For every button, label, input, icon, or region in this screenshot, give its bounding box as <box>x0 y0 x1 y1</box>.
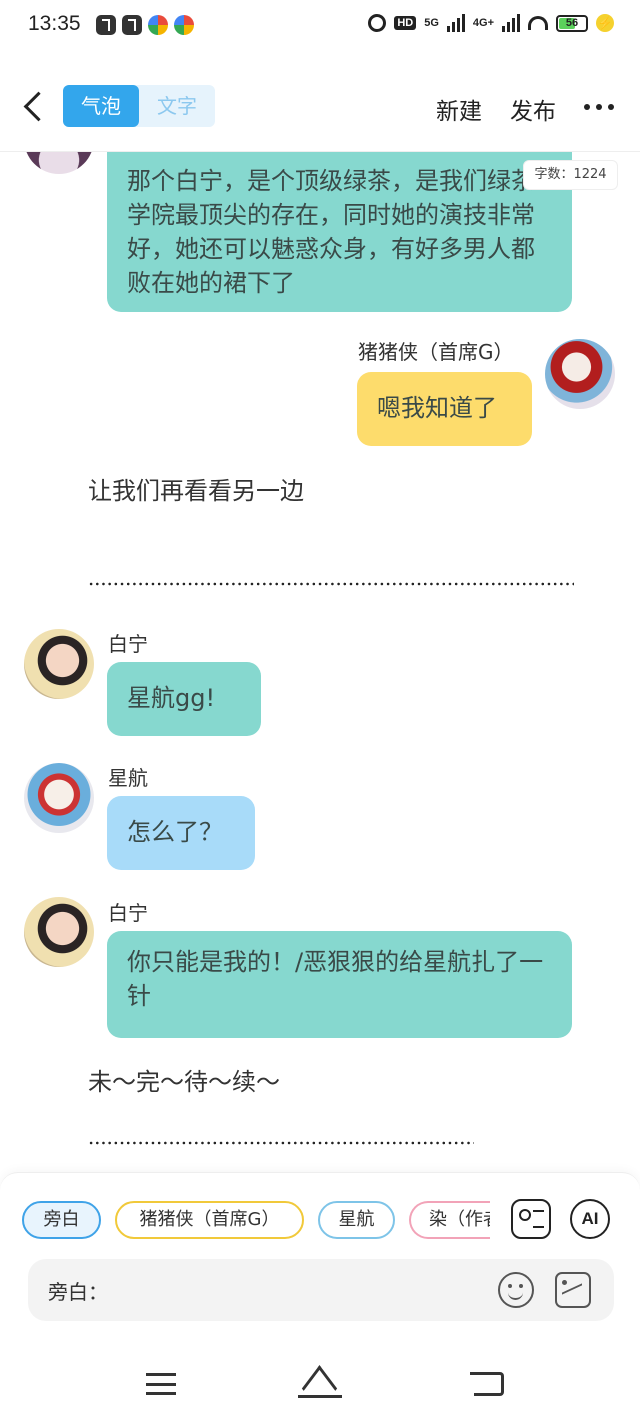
back-arrow-icon[interactable] <box>22 90 46 126</box>
pinwheel-icon <box>148 15 168 35</box>
back-icon[interactable] <box>470 1372 504 1396</box>
narration-text[interactable]: 未～完～待～续～ <box>88 1065 280 1099</box>
role-chip-ran[interactable]: 染（作者） <box>409 1201 490 1239</box>
role-chip-xinghang[interactable]: 星航 <box>318 1201 395 1239</box>
speaker-name: 猪猪侠（首席G） <box>358 340 514 364</box>
battery-icon: 56 <box>556 14 588 32</box>
message-input[interactable]: 旁白： <box>28 1259 614 1321</box>
role-chip-narrator[interactable]: 旁白 <box>22 1201 101 1239</box>
contact-card-icon[interactable] <box>511 1199 551 1239</box>
chat-bubble[interactable]: 那个白宁，是个顶级绿茶，是我们绿茶学院最顶尖的存在，同时她的演技非常好，她还可以… <box>107 152 572 312</box>
status-indicators: HD 5G 4G+ 56 ⚡ <box>368 14 614 32</box>
avatar[interactable] <box>24 629 94 699</box>
ai-button[interactable]: AI <box>570 1199 610 1239</box>
chat-bubble[interactable]: 怎么了？ <box>107 796 255 870</box>
pinwheel-icon <box>174 15 194 35</box>
speaker-name: 白宁 <box>108 901 148 925</box>
composer-panel: 旁白 猪猪侠（首席G） 星航 染（作者） AI 旁白： <box>0 1172 640 1348</box>
narration-text[interactable]: 让我们再看看另一边 <box>88 474 304 508</box>
top-toolbar: 气泡 文字 新建 发布 <box>0 78 640 140</box>
status-bar: 13:35 HD 5G 4G+ 56 ⚡ <box>0 0 640 52</box>
avatar[interactable] <box>24 763 94 833</box>
status-time: 13:35 <box>28 12 81 35</box>
speaker-name: 白宁 <box>108 632 148 656</box>
more-icon[interactable] <box>584 104 614 110</box>
tab-text[interactable]: 文字 <box>139 85 215 127</box>
avatar[interactable] <box>24 152 94 174</box>
avatar[interactable] <box>545 339 615 409</box>
tiktok-icon <box>122 15 142 35</box>
network-5g-label: 5G <box>424 17 439 29</box>
charging-icon: ⚡ <box>596 14 614 32</box>
mode-switch: 气泡 文字 <box>63 85 215 127</box>
signal-icon <box>502 14 520 32</box>
dotted-separator <box>88 1141 474 1145</box>
dotted-separator <box>88 582 574 586</box>
chat-bubble[interactable]: 你只能是我的！/恶狠狠的给星航扎了一针 <box>107 931 572 1038</box>
home-icon[interactable] <box>298 1372 342 1398</box>
menu-icon[interactable] <box>146 1373 176 1395</box>
chat-bubble[interactable]: 星航gg! <box>107 662 261 736</box>
image-icon[interactable] <box>555 1272 591 1308</box>
wifi-icon <box>528 16 548 30</box>
input-speaker-label: 旁白： <box>48 1280 108 1304</box>
publish-button[interactable]: 发布 <box>510 92 556 126</box>
role-chip-pig[interactable]: 猪猪侠（首席G） <box>115 1201 304 1239</box>
word-count-badge: 字数：1224 <box>523 160 618 190</box>
chat-bubble[interactable]: 嗯我知道了 <box>357 372 532 446</box>
notification-icons <box>96 15 194 35</box>
chat-area[interactable]: 那个白宁，是个顶级绿茶，是我们绿茶学院最顶尖的存在，同时她的演技非常好，她还可以… <box>0 152 640 1172</box>
alarm-icon <box>368 14 387 32</box>
tiktok-icon <box>96 15 116 35</box>
hd-badge: HD <box>394 16 417 30</box>
tab-bubble[interactable]: 气泡 <box>63 85 139 127</box>
new-button[interactable]: 新建 <box>436 92 482 126</box>
signal-icon <box>446 14 465 32</box>
avatar[interactable] <box>24 897 94 967</box>
network-4g-label: 4G+ <box>472 17 494 29</box>
system-nav-bar <box>0 1348 640 1422</box>
speaker-name: 星航 <box>108 766 148 790</box>
emoji-icon[interactable] <box>498 1272 534 1308</box>
